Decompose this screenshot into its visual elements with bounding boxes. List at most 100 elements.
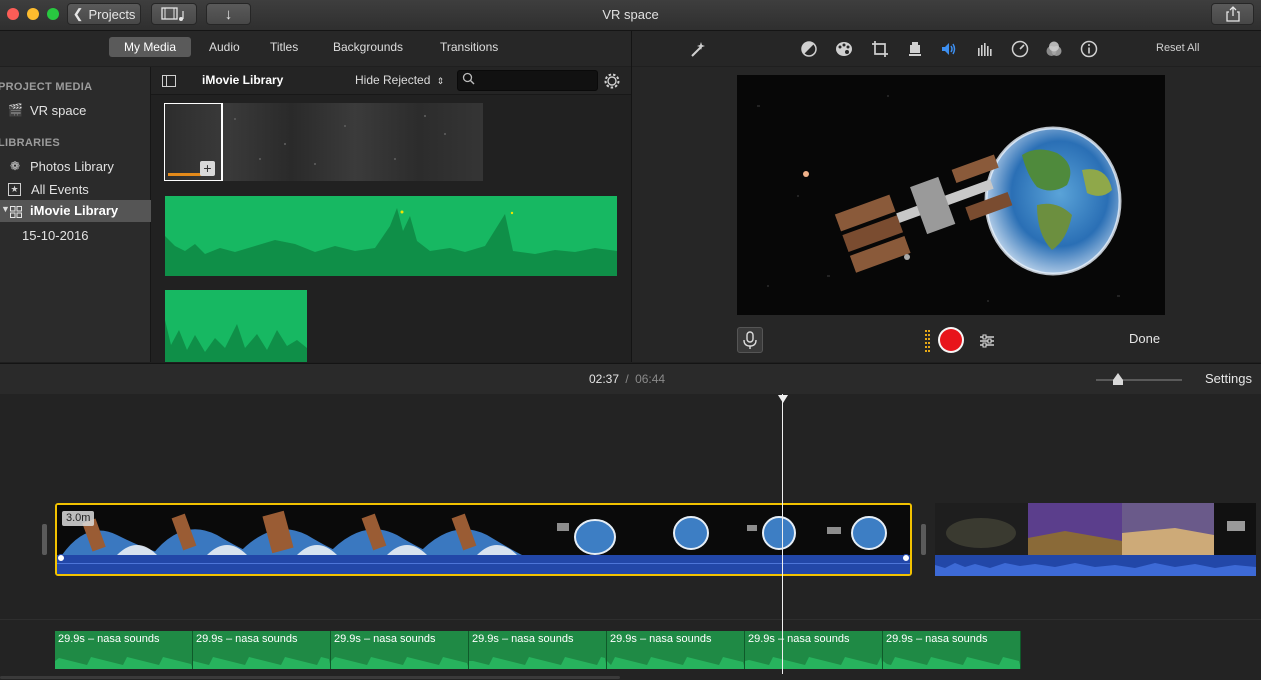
color-balance-icon[interactable]: [800, 40, 818, 58]
media-browser: +: [151, 95, 631, 362]
sidebar-item-photos-library[interactable]: ❁ Photos Library: [8, 156, 114, 176]
audio-clip[interactable]: 29.9s – nasa sounds: [331, 631, 469, 669]
info-icon[interactable]: [1080, 40, 1098, 58]
tab-transitions[interactable]: Transitions: [440, 40, 498, 54]
input-level-meter: [925, 330, 931, 357]
audio-clip-thumbnail[interactable]: [165, 196, 617, 281]
timecode-display: 02:37 / 06:44: [589, 372, 665, 386]
share-button[interactable]: [1211, 3, 1254, 25]
current-time: 02:37: [589, 372, 620, 386]
video-clip[interactable]: [935, 503, 1256, 576]
audio-clip-label: 29.9s – nasa sounds: [58, 633, 160, 645]
sidebar-item-event[interactable]: 15-10-2016: [22, 225, 89, 245]
color-palette-icon[interactable]: [835, 40, 853, 58]
media-browser-header: iMovie Library Hide Rejected ⇕: [151, 67, 631, 95]
equalizer-icon[interactable]: [976, 40, 994, 58]
audio-clip[interactable]: 29.9s – nasa sounds: [193, 631, 331, 669]
sidebar-item-label: VR space: [30, 102, 87, 118]
updown-chevron-icon: ⇕: [436, 76, 445, 86]
voiceover-options-icon[interactable]: [978, 332, 996, 355]
stabilization-icon[interactable]: [906, 40, 924, 58]
search-icon: [462, 72, 475, 90]
hide-rejected-select[interactable]: Hide Rejected ⇕: [355, 73, 444, 87]
sidebar-item-label: All Events: [31, 181, 89, 197]
window-title: VR space: [602, 7, 659, 22]
audio-clip-label: 29.9s – nasa sounds: [748, 633, 850, 645]
crop-icon[interactable]: [871, 40, 889, 58]
zoom-slider-thumb-base: [1113, 380, 1123, 385]
total-time: 06:44: [635, 372, 666, 386]
share-icon: [1225, 6, 1240, 22]
audio-clip[interactable]: 29.9s – nasa sounds: [745, 631, 883, 669]
selected-video-clip[interactable]: 3.0m: [55, 503, 912, 576]
volume-icon[interactable]: [940, 40, 958, 58]
playhead[interactable]: [782, 394, 783, 674]
project-media-header: PROJECT MEDIA: [0, 81, 93, 93]
photos-flower-icon: ❁: [9, 159, 21, 173]
voiceover-button[interactable]: [737, 327, 763, 353]
zoom-slider[interactable]: [1096, 373, 1182, 385]
star-icon: ★: [8, 182, 21, 196]
audio-clip-label: 29.9s – nasa sounds: [886, 633, 988, 645]
filter-icon[interactable]: [1045, 40, 1063, 58]
sidebar-item-imovie-library[interactable]: ▼ iMovie Library: [0, 200, 151, 222]
tab-backgrounds[interactable]: Backgrounds: [333, 40, 403, 54]
audio-waveform: [193, 657, 330, 669]
libraries-header: LIBRARIES: [0, 137, 60, 149]
audio-waveform: [55, 657, 192, 669]
add-clip-icon[interactable]: +: [200, 161, 215, 176]
clip-filmstrip: [935, 503, 1256, 576]
audio-waveform: [883, 657, 1020, 669]
video-preview[interactable]: [737, 75, 1165, 315]
gear-icon[interactable]: [602, 71, 622, 96]
audio-clip-label: 29.9s – nasa sounds: [334, 633, 436, 645]
fade-handle-left[interactable]: [57, 554, 65, 562]
transition-handle[interactable]: [921, 524, 926, 555]
sidebar-item-all-events[interactable]: ★ All Events: [8, 179, 89, 199]
timeline-start-handle[interactable]: [42, 524, 47, 555]
record-dot-icon: [940, 329, 962, 351]
disclosure-triangle-icon: ▼: [1, 204, 10, 214]
audio-waveform: [469, 657, 606, 669]
timeline-scrollbar[interactable]: [0, 676, 620, 679]
filter-select-label: Hide Rejected: [355, 73, 431, 87]
browser-tab-bar: My Media Audio Titles Backgrounds Transi…: [0, 31, 631, 66]
tab-audio[interactable]: Audio: [209, 40, 240, 54]
reset-all-button[interactable]: Reset All: [1156, 42, 1199, 54]
fade-handle-right[interactable]: [902, 554, 910, 562]
audio-clip[interactable]: 29.9s – nasa sounds: [883, 631, 1021, 669]
video-clip-thumbnail[interactable]: +: [164, 103, 483, 181]
tab-titles[interactable]: Titles: [270, 40, 298, 54]
title-bar: ❮ Projects ↓ VR space: [0, 0, 1261, 31]
audio-clip-thumbnail[interactable]: [165, 290, 307, 362]
grid-icon: [10, 205, 22, 223]
library-title: iMovie Library: [202, 73, 284, 87]
audio-clip[interactable]: 29.9s – nasa sounds: [55, 631, 193, 669]
libraries-sidebar: PROJECT MEDIA 🎬 VR space LIBRARIES ❁ Pho…: [0, 67, 151, 362]
audio-clip-label: 29.9s – nasa sounds: [196, 633, 298, 645]
microphone-icon: [743, 331, 757, 349]
tab-my-media[interactable]: My Media: [109, 37, 191, 57]
record-button[interactable]: [938, 327, 964, 353]
time-separator: /: [625, 372, 629, 386]
magic-wand-icon[interactable]: [689, 40, 707, 58]
zoom-slider-thumb[interactable]: [1113, 373, 1123, 380]
clapperboard-icon: 🎬: [8, 103, 23, 117]
playhead-marker-icon[interactable]: [778, 395, 788, 403]
audio-waveform: [745, 657, 882, 669]
audio-clip[interactable]: 29.9s – nasa sounds: [607, 631, 745, 669]
sidebar-item-vr-space[interactable]: 🎬 VR space: [8, 100, 86, 120]
space-station-earth-frame: [757, 95, 1122, 302]
search-field[interactable]: [457, 70, 598, 91]
search-input[interactable]: [478, 71, 592, 90]
audio-waveform: [331, 657, 468, 669]
sidebar-item-label: Photos Library: [30, 158, 114, 174]
sidebar-item-label: iMovie Library: [30, 203, 119, 218]
speed-icon[interactable]: [1011, 40, 1029, 58]
done-button[interactable]: Done: [1129, 331, 1160, 346]
clip-duration-badge: 3.0m: [62, 511, 95, 526]
timeline-settings-button[interactable]: Settings: [1205, 371, 1252, 386]
sidebar-toggle-icon[interactable]: [162, 74, 176, 92]
audio-clip[interactable]: 29.9s – nasa sounds: [469, 631, 607, 669]
audio-clip-label: 29.9s – nasa sounds: [472, 633, 574, 645]
